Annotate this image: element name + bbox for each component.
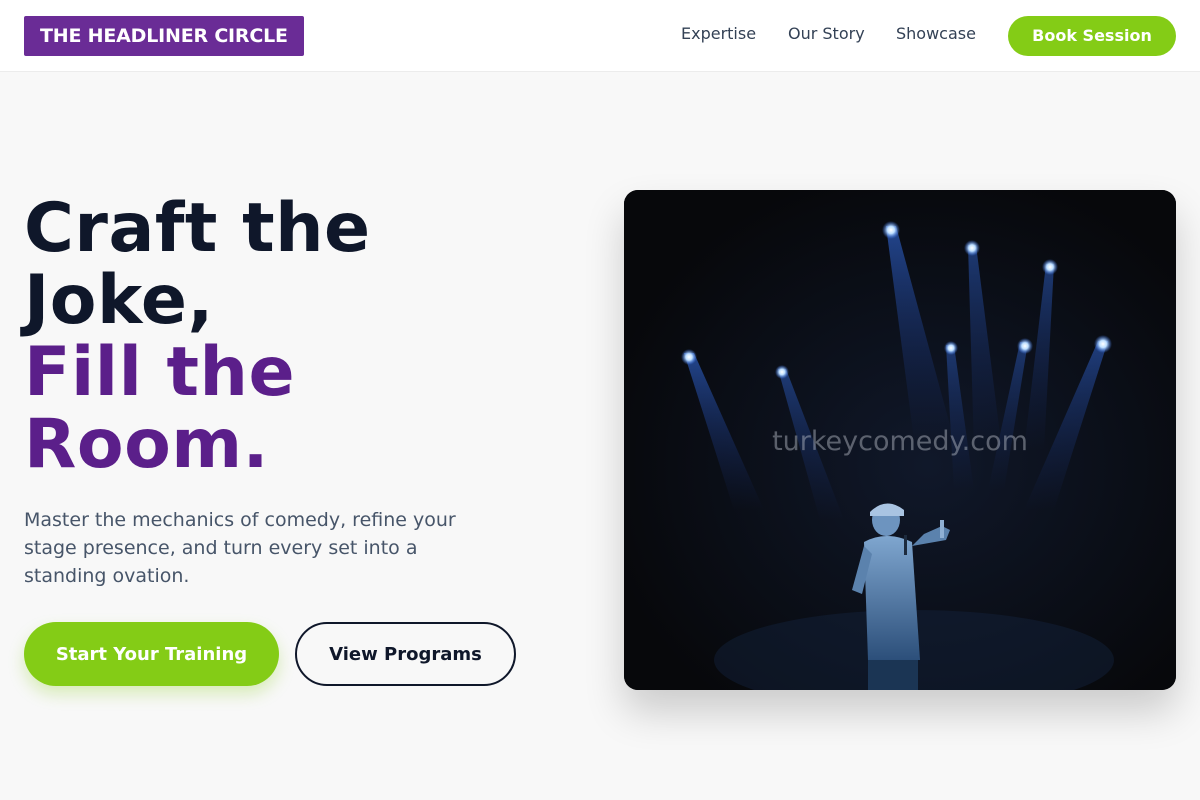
hero-image: turkeycomedy.com bbox=[624, 190, 1176, 690]
site-header: THE HEADLINER CIRCLE Expertise Our Story… bbox=[0, 0, 1200, 72]
nav-link-expertise[interactable]: Expertise bbox=[681, 24, 756, 44]
nav-link-our-story[interactable]: Our Story bbox=[788, 24, 865, 44]
headline-line-4: Room. bbox=[24, 405, 269, 484]
start-training-button[interactable]: Start Your Training bbox=[24, 622, 279, 686]
hero-subtext: Master the mechanics of comedy, refine y… bbox=[24, 509, 456, 587]
headline-line-3: Fill the bbox=[24, 333, 296, 412]
site-logo[interactable]: THE HEADLINER CIRCLE bbox=[24, 16, 304, 56]
nav-link-showcase[interactable]: Showcase bbox=[896, 24, 976, 44]
image-watermark: turkeycomedy.com bbox=[772, 426, 1028, 457]
hero-headline: Craft the Joke, Fill the Room. bbox=[24, 193, 584, 481]
view-programs-button[interactable]: View Programs bbox=[295, 622, 516, 686]
headline-line-2: Joke, bbox=[24, 261, 214, 340]
book-session-button[interactable]: Book Session bbox=[1008, 16, 1176, 56]
headline-line-1: Craft the bbox=[24, 189, 371, 268]
